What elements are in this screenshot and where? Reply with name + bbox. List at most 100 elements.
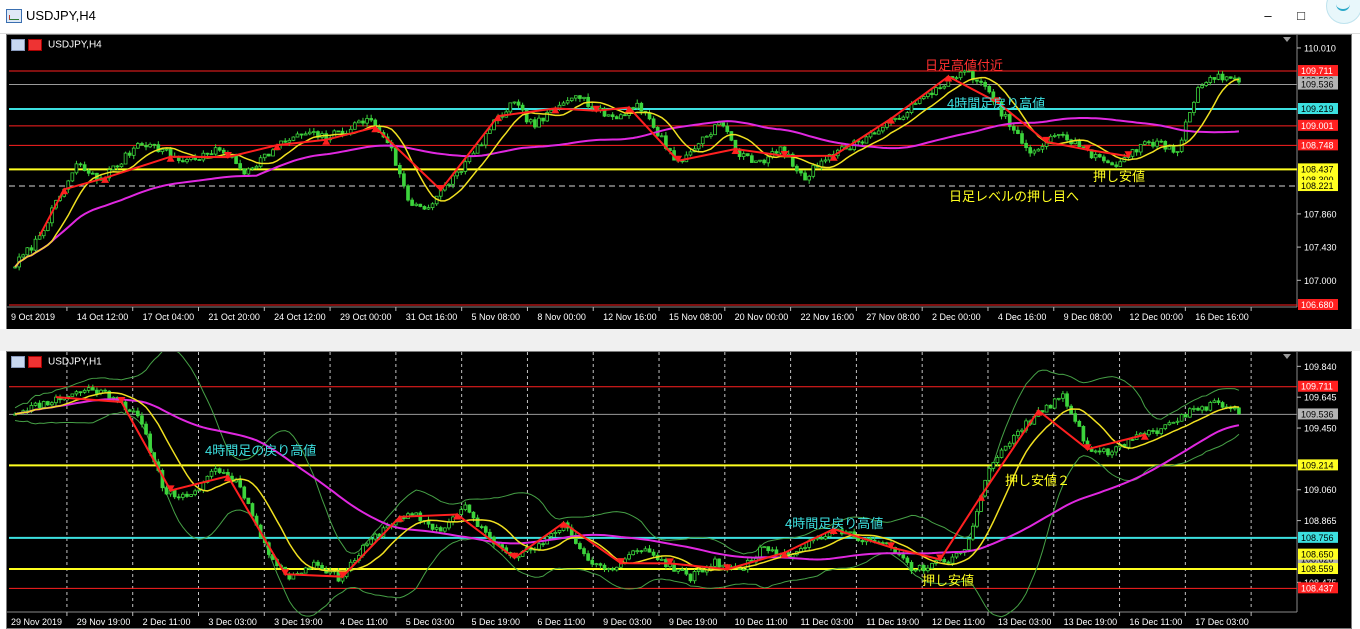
time-tick-label: 29 Nov 2019 bbox=[11, 617, 62, 627]
candle-body bbox=[848, 148, 852, 151]
candle-body bbox=[750, 155, 754, 163]
candle-body bbox=[402, 173, 406, 187]
price-label-text: 108.650 bbox=[1301, 550, 1334, 560]
smile-icon[interactable] bbox=[1326, 0, 1360, 24]
candle-body bbox=[131, 147, 136, 156]
candle-body bbox=[303, 567, 308, 574]
chart-annotation: 4時間足戻り高値 bbox=[785, 516, 883, 531]
panel-separator[interactable] bbox=[0, 329, 1360, 351]
candle-body bbox=[709, 134, 713, 137]
candle-body bbox=[975, 79, 979, 82]
candle-body bbox=[70, 172, 75, 182]
candle-body bbox=[1118, 161, 1123, 167]
candle-body bbox=[946, 561, 951, 564]
candle-body bbox=[1204, 406, 1209, 411]
candle-body bbox=[95, 389, 99, 394]
chart-list-icon[interactable] bbox=[11, 39, 25, 51]
chart-panel-h1[interactable]: 4時間足の戻り高値 押し安値２ 4時間足戻り高値 押し安値 109.840 109.645… bbox=[6, 351, 1352, 629]
candle-body bbox=[1159, 428, 1164, 434]
candle-body bbox=[921, 564, 926, 572]
candle-body bbox=[860, 141, 865, 144]
candle-body bbox=[1220, 402, 1225, 408]
candle-body bbox=[1061, 393, 1065, 399]
candle-body bbox=[1016, 129, 1020, 134]
candle-body bbox=[369, 118, 373, 121]
candle-body bbox=[254, 165, 259, 169]
price-label-text: 109.001 bbox=[1301, 121, 1334, 131]
candle-body bbox=[1089, 448, 1094, 452]
candle-body bbox=[659, 135, 664, 138]
candle-body bbox=[447, 183, 451, 186]
candle-body bbox=[799, 170, 803, 174]
candle-body bbox=[651, 118, 656, 128]
candle-body bbox=[950, 556, 955, 564]
candle-body bbox=[1024, 142, 1028, 148]
price-tick-label: 108.865 bbox=[1304, 516, 1337, 526]
time-tick-label: 12 Dec 11:00 bbox=[932, 617, 985, 627]
candle-body bbox=[561, 102, 566, 106]
price-label-text: 108.748 bbox=[1301, 140, 1334, 150]
candle-body bbox=[1097, 450, 1102, 453]
price-label-text: 108.221 bbox=[1301, 181, 1334, 191]
candle-body bbox=[361, 120, 365, 124]
candle-body bbox=[766, 546, 771, 552]
candle-body bbox=[1175, 420, 1180, 423]
time-tick-label: 5 Nov 08:00 bbox=[472, 312, 521, 322]
candle-body bbox=[684, 569, 689, 575]
candle-body bbox=[905, 557, 910, 563]
chart-annotation: 日足レベルの押し目へ bbox=[949, 189, 1079, 204]
candle-body bbox=[762, 546, 766, 549]
candle-body bbox=[357, 120, 361, 124]
candle-body bbox=[627, 554, 631, 560]
candle-body bbox=[418, 203, 423, 207]
candle-body bbox=[414, 203, 419, 206]
candle-body bbox=[340, 130, 345, 135]
maximize-button[interactable]: □ bbox=[1290, 6, 1312, 26]
candle-body bbox=[352, 122, 357, 130]
chart-list-icon[interactable] bbox=[11, 356, 25, 368]
time-tick-label: 21 Oct 20:00 bbox=[208, 312, 260, 322]
candle-body bbox=[262, 153, 267, 159]
candle-body bbox=[430, 203, 435, 208]
candle-body bbox=[201, 482, 206, 491]
candle-body bbox=[475, 144, 480, 154]
candle-body bbox=[1106, 160, 1110, 164]
minimize-button[interactable]: – bbox=[1257, 6, 1279, 26]
candle-body bbox=[983, 82, 987, 87]
candle-body bbox=[1151, 430, 1155, 432]
candle-body bbox=[303, 133, 308, 136]
candle-body bbox=[140, 415, 144, 425]
candle-body bbox=[70, 393, 75, 397]
chart-canvas-h1[interactable]: 4時間足の戻り高値押し安値２ 4時間足戻り高値押し安値 109.840 109.645… bbox=[7, 352, 1351, 628]
candle-body bbox=[582, 96, 586, 99]
candle-body bbox=[1192, 407, 1196, 410]
candle-body bbox=[242, 486, 247, 499]
time-tick-label: 9 Dec 19:00 bbox=[669, 617, 718, 627]
candle-body bbox=[86, 387, 91, 391]
candle-body bbox=[766, 156, 771, 164]
candle-body bbox=[590, 559, 595, 565]
candle-body bbox=[745, 153, 750, 157]
candle-body bbox=[1020, 133, 1024, 144]
candle-body bbox=[479, 144, 484, 147]
candle-body bbox=[181, 493, 185, 498]
candle-body bbox=[1081, 146, 1086, 149]
candle-body bbox=[78, 391, 83, 394]
candle-body bbox=[819, 537, 824, 540]
candle-body bbox=[1171, 421, 1176, 424]
candle-body bbox=[78, 163, 83, 166]
candle-body bbox=[1175, 151, 1180, 153]
candle-body bbox=[520, 104, 525, 111]
price-label-text: 109.711 bbox=[1301, 382, 1333, 392]
chart-canvas-h4[interactable]: 日足高値付近 4時間足戻り高値押し安値日足レベルの押し目へ 110.010 107.8… bbox=[7, 35, 1351, 329]
candle-body bbox=[1077, 420, 1082, 427]
candle-body bbox=[365, 543, 369, 546]
candle-body bbox=[897, 117, 902, 120]
candle-body bbox=[447, 521, 451, 529]
chart-panel-h4[interactable]: 日足高値付近 4時間足戻り高値 押し安値 日足レベルの押し目へ 110.010 107.8… bbox=[6, 34, 1352, 330]
candle-body bbox=[975, 511, 979, 527]
candle-body bbox=[688, 151, 693, 156]
time-tick-label: 14 Oct 12:00 bbox=[77, 312, 129, 322]
candle-body bbox=[1163, 424, 1168, 430]
candle-body bbox=[803, 172, 807, 181]
